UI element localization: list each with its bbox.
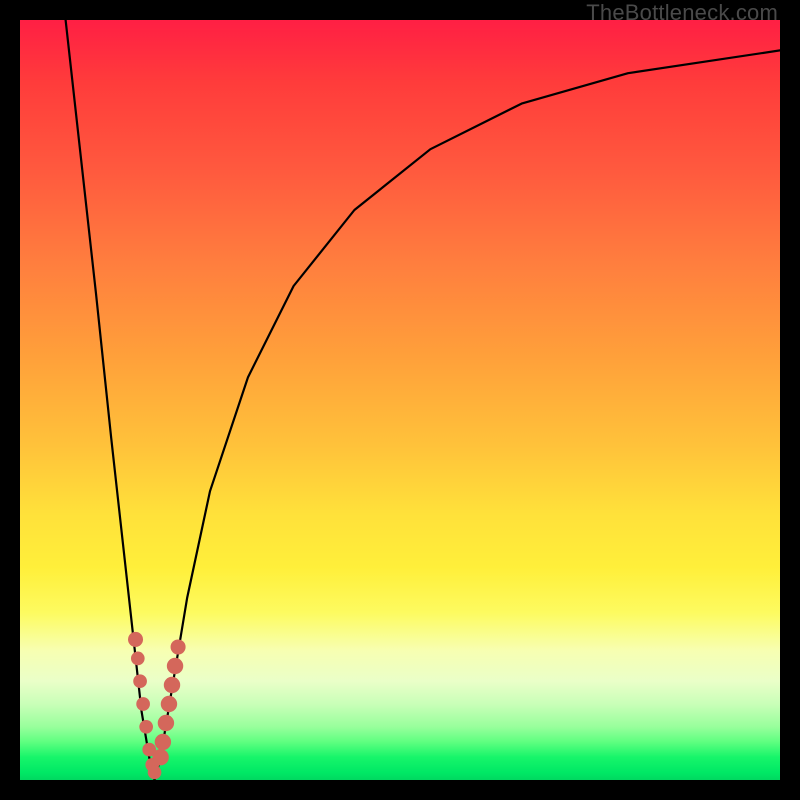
curve-marker <box>136 697 150 711</box>
chart-svg <box>20 20 780 780</box>
curve-marker <box>158 715 174 731</box>
marker-cluster <box>128 632 186 779</box>
watermark-text: TheBottleneck.com <box>586 0 778 26</box>
curve-marker <box>171 639 186 654</box>
curve-marker <box>161 696 177 712</box>
curve-marker <box>155 734 171 750</box>
curve-marker <box>152 749 168 765</box>
curve-marker <box>139 720 153 734</box>
plot-area <box>20 20 780 780</box>
curve-marker <box>164 677 180 693</box>
curve-marker <box>148 766 162 780</box>
curve-marker <box>128 632 143 647</box>
chart-frame: TheBottleneck.com <box>0 0 800 800</box>
curve-marker <box>133 674 147 688</box>
curve-marker <box>131 652 145 666</box>
curve-marker <box>167 658 183 674</box>
